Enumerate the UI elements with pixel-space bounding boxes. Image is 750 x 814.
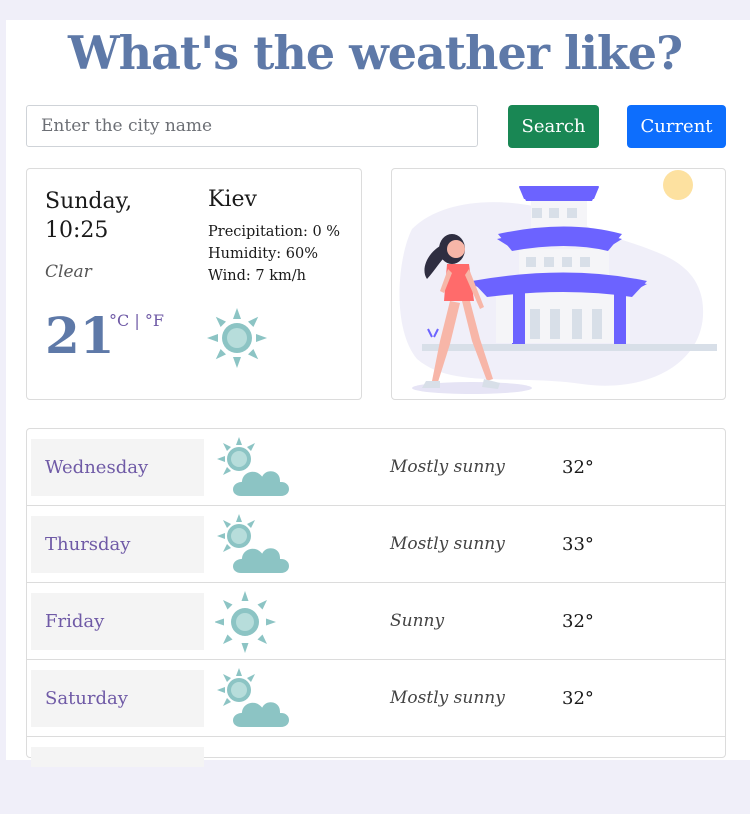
fahrenheit-link[interactable]: °F bbox=[145, 311, 164, 330]
forecast-day: Thursday bbox=[31, 516, 204, 573]
partly-cloudy-icon bbox=[217, 437, 291, 498]
forecast-row: Thursday Mostly sunny 33° bbox=[27, 506, 725, 583]
forecast-row: Wednesday Mostly sunny 32° bbox=[27, 429, 725, 506]
forecast-temperature: 32° bbox=[562, 457, 594, 478]
forecast-description: Mostly sunny bbox=[390, 688, 505, 708]
forecast-row-partial bbox=[27, 737, 725, 814]
forecast-temperature: 32° bbox=[562, 688, 594, 709]
wind: Wind: 7 km/h bbox=[208, 268, 306, 284]
forecast-day: Friday bbox=[31, 593, 204, 650]
time: 10:25 bbox=[45, 218, 109, 243]
temperature-value: 21 bbox=[45, 306, 115, 365]
weather-description: Clear bbox=[45, 262, 92, 282]
forecast-row: Friday Sunny 32° bbox=[27, 583, 725, 660]
celsius-link[interactable]: °C bbox=[109, 311, 129, 330]
precipitation: Precipitation: 0 % bbox=[208, 224, 341, 240]
humidity: Humidity: 60% bbox=[208, 246, 319, 262]
forecast-list: Wednesday Mostly sunny 32° Thursday Most… bbox=[26, 428, 726, 767]
current-location-button[interactable]: Current bbox=[627, 105, 726, 148]
partly-cloudy-icon bbox=[217, 514, 291, 575]
page-title: What's the weather like? bbox=[67, 26, 683, 80]
partly-cloudy-icon bbox=[217, 668, 291, 729]
unit-separator: | bbox=[129, 311, 145, 330]
illustration-panel bbox=[391, 168, 726, 400]
current-weather-panel: Sunday, 10:25 Clear 21 °C | °F Kiev Prec… bbox=[26, 168, 362, 400]
sun-icon bbox=[215, 591, 276, 653]
sun-icon bbox=[207, 308, 267, 368]
forecast-temperature: 32° bbox=[562, 611, 594, 632]
weather-details: Precipitation: 0 % Humidity: 60% Wind: 7… bbox=[208, 221, 340, 287]
unit-toggle: °C | °F bbox=[109, 311, 164, 330]
forecast-row: Saturday Mostly sunny 32° bbox=[27, 660, 725, 737]
pagoda-illustration bbox=[399, 170, 717, 394]
forecast-day: Wednesday bbox=[31, 439, 204, 496]
search-button[interactable]: Search bbox=[508, 105, 599, 148]
forecast-description: Sunny bbox=[390, 611, 445, 631]
weekday: Sunday, bbox=[45, 189, 133, 214]
city-search-input[interactable] bbox=[26, 105, 478, 147]
forecast-temperature: 33° bbox=[562, 534, 594, 555]
city-name: Kiev bbox=[208, 187, 257, 212]
forecast-day: Saturday bbox=[31, 670, 204, 727]
forecast-day-partial bbox=[31, 747, 204, 767]
forecast-description: Mostly sunny bbox=[390, 534, 505, 554]
forecast-description: Mostly sunny bbox=[390, 457, 505, 477]
date-time: Sunday, 10:25 bbox=[45, 187, 185, 245]
